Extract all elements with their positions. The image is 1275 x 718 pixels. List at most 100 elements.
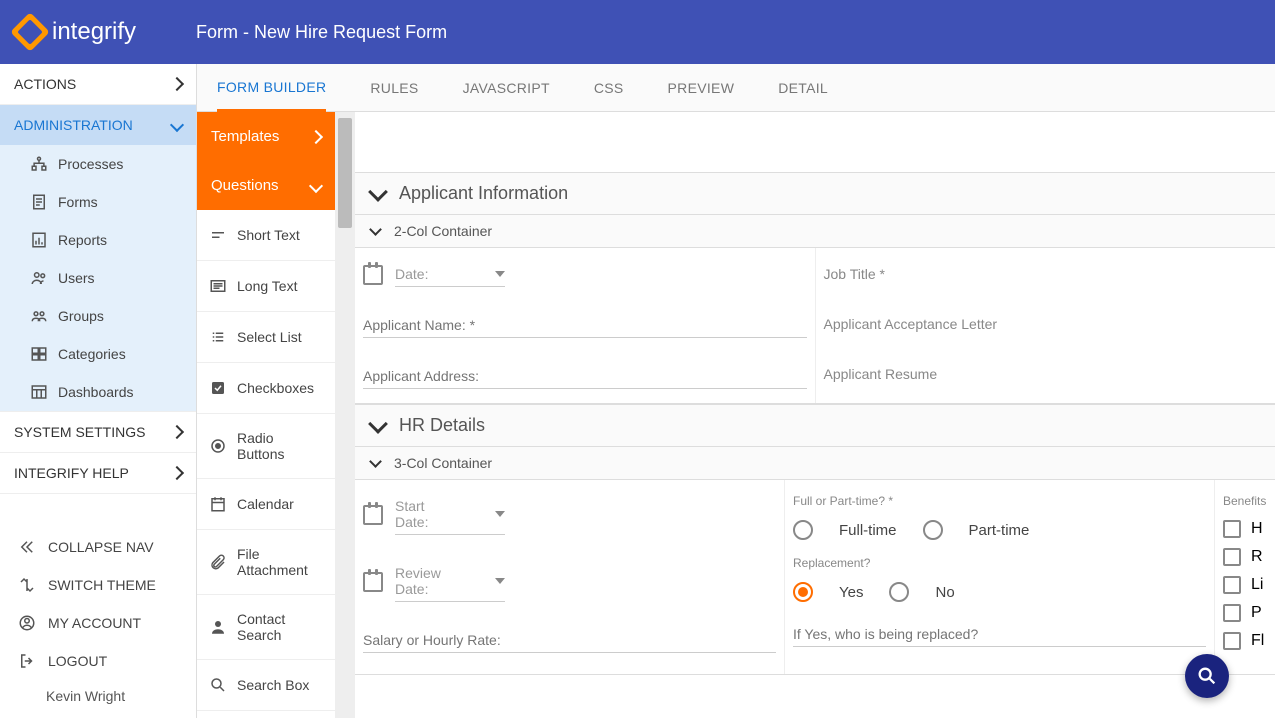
switch-theme-button[interactable]: SWITCH THEME bbox=[0, 566, 196, 604]
palette-templates[interactable]: Templates bbox=[197, 112, 335, 161]
checkbox-h[interactable] bbox=[1223, 520, 1241, 538]
palette-search-box[interactable]: Search Box bbox=[197, 660, 335, 711]
replaced-who-field[interactable] bbox=[793, 622, 1206, 647]
scrollbar-thumb[interactable] bbox=[338, 118, 352, 228]
radio-icon bbox=[209, 437, 227, 455]
collapse-icon[interactable] bbox=[368, 182, 388, 202]
users-icon bbox=[30, 269, 48, 287]
palette-contact-search[interactable]: Contact Search bbox=[197, 595, 335, 660]
palette-scrollbar[interactable] bbox=[335, 112, 355, 718]
logout-icon bbox=[18, 652, 36, 670]
my-account-button[interactable]: MY ACCOUNT bbox=[0, 604, 196, 642]
applicant-address-field[interactable] bbox=[363, 364, 807, 389]
collapse-icon[interactable] bbox=[369, 455, 382, 468]
calendar-icon bbox=[363, 572, 383, 592]
sidebar-item-categories[interactable]: Categories bbox=[0, 335, 196, 373]
radio-fulltime[interactable] bbox=[793, 520, 813, 540]
date-field[interactable]: Date: bbox=[395, 262, 505, 287]
review-date-field[interactable]: Review Date: bbox=[395, 561, 505, 602]
dropdown-icon bbox=[495, 511, 505, 517]
job-title-field[interactable]: Job Title * bbox=[824, 262, 1268, 286]
sidebar-item-users[interactable]: Users bbox=[0, 259, 196, 297]
palette-questions[interactable]: Questions bbox=[197, 161, 335, 210]
account-icon bbox=[18, 614, 36, 632]
salary-field[interactable] bbox=[363, 628, 776, 653]
short-text-icon bbox=[209, 226, 227, 244]
tab-detail[interactable]: DETAIL bbox=[778, 66, 828, 110]
processes-icon bbox=[30, 155, 48, 173]
radio-no[interactable] bbox=[889, 582, 909, 602]
page-title: Form - New Hire Request Form bbox=[196, 22, 447, 43]
resume-field[interactable]: Applicant Resume bbox=[824, 362, 1268, 386]
question-palette: Templates Questions Short Text Long Text… bbox=[197, 112, 355, 718]
search-icon bbox=[1196, 665, 1218, 687]
acceptance-letter-field[interactable]: Applicant Acceptance Letter bbox=[824, 312, 1268, 336]
select-list-icon bbox=[209, 328, 227, 346]
chevron-down-icon bbox=[170, 118, 184, 132]
long-text-icon bbox=[209, 277, 227, 295]
calendar-icon bbox=[363, 265, 383, 285]
nav-actions[interactable]: ACTIONS bbox=[0, 64, 196, 104]
palette-short-text[interactable]: Short Text bbox=[197, 210, 335, 261]
radio-parttime[interactable] bbox=[923, 520, 943, 540]
checkbox-p[interactable] bbox=[1223, 604, 1241, 622]
checkbox-r[interactable] bbox=[1223, 548, 1241, 566]
groups-icon bbox=[30, 307, 48, 325]
chevron-right-icon bbox=[170, 425, 184, 439]
logout-button[interactable]: LOGOUT bbox=[0, 642, 196, 680]
calendar-icon bbox=[363, 505, 383, 525]
contact-icon bbox=[209, 618, 227, 636]
tab-preview[interactable]: PREVIEW bbox=[668, 66, 735, 110]
tab-javascript[interactable]: JAVASCRIPT bbox=[463, 66, 550, 110]
dashboards-icon bbox=[30, 383, 48, 401]
sidebar-item-reports[interactable]: Reports bbox=[0, 221, 196, 259]
collapse-icon[interactable] bbox=[368, 414, 388, 434]
container-3col[interactable]: 3-Col Container bbox=[355, 447, 1275, 480]
theme-icon bbox=[18, 576, 36, 594]
form-tabs: FORM BUILDER RULES JAVASCRIPT CSS PREVIE… bbox=[197, 64, 1275, 112]
nav-system-settings[interactable]: SYSTEM SETTINGS bbox=[0, 412, 196, 452]
start-date-field[interactable]: Start Date: bbox=[395, 494, 505, 535]
section-applicant-info[interactable]: Applicant Information bbox=[355, 172, 1275, 215]
fulltime-label: Full or Part-time? * bbox=[793, 494, 1206, 508]
tab-form-builder[interactable]: FORM BUILDER bbox=[217, 65, 326, 112]
brand-logo: integrify bbox=[16, 18, 136, 46]
collapse-icon[interactable] bbox=[369, 223, 382, 236]
chevron-down-icon bbox=[309, 178, 323, 192]
sidebar-item-groups[interactable]: Groups bbox=[0, 297, 196, 335]
sidebar-item-forms[interactable]: Forms bbox=[0, 183, 196, 221]
applicant-name-field[interactable] bbox=[363, 313, 807, 338]
checkbox-icon bbox=[209, 379, 227, 397]
forms-icon bbox=[30, 193, 48, 211]
palette-select-list[interactable]: Select List bbox=[197, 312, 335, 363]
categories-icon bbox=[30, 345, 48, 363]
nav-help[interactable]: INTEGRIFY HELP bbox=[0, 453, 196, 493]
palette-checkboxes[interactable]: Checkboxes bbox=[197, 363, 335, 414]
chevron-right-icon bbox=[170, 466, 184, 480]
search-icon bbox=[209, 676, 227, 694]
palette-radio-buttons[interactable]: Radio Buttons bbox=[197, 414, 335, 479]
attachment-icon bbox=[209, 553, 227, 571]
tab-rules[interactable]: RULES bbox=[370, 66, 418, 110]
palette-email[interactable]: Email bbox=[197, 711, 335, 718]
tab-css[interactable]: CSS bbox=[594, 66, 624, 110]
palette-file-attachment[interactable]: File Attachment bbox=[197, 530, 335, 595]
logo-icon bbox=[10, 12, 50, 52]
palette-long-text[interactable]: Long Text bbox=[197, 261, 335, 312]
section-hr-details[interactable]: HR Details bbox=[355, 404, 1275, 447]
form-canvas: Applicant Information 2-Col Container Da… bbox=[355, 112, 1275, 718]
container-2col[interactable]: 2-Col Container bbox=[355, 215, 1275, 248]
reports-icon bbox=[30, 231, 48, 249]
radio-yes[interactable] bbox=[793, 582, 813, 602]
checkbox-fl[interactable] bbox=[1223, 632, 1241, 650]
search-fab[interactable] bbox=[1185, 654, 1229, 698]
collapse-nav-button[interactable]: COLLAPSE NAV bbox=[0, 528, 196, 566]
sidebar-item-dashboards[interactable]: Dashboards bbox=[0, 373, 196, 411]
sidebar-item-processes[interactable]: Processes bbox=[0, 145, 196, 183]
replacement-label: Replacement? bbox=[793, 556, 1206, 570]
nav-administration[interactable]: ADMINISTRATION bbox=[0, 105, 196, 145]
checkbox-li[interactable] bbox=[1223, 576, 1241, 594]
palette-calendar[interactable]: Calendar bbox=[197, 479, 335, 530]
calendar-icon bbox=[209, 495, 227, 513]
sidebar: ACTIONS ADMINISTRATION Processes Forms R… bbox=[0, 64, 197, 718]
